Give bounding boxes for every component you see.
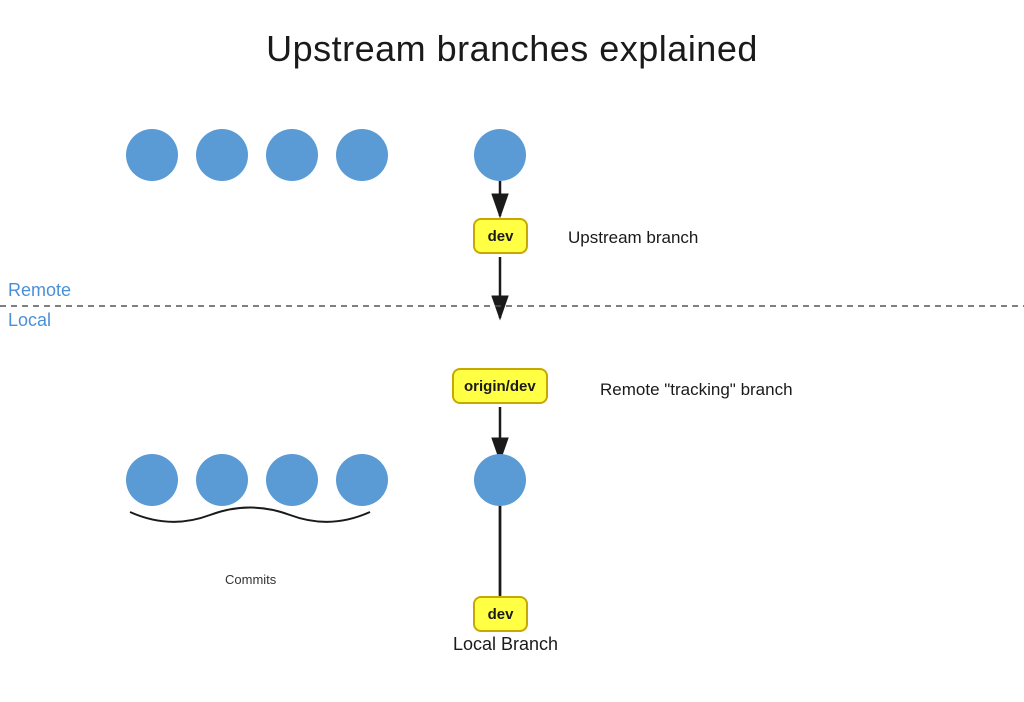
- commits-brace: [130, 508, 370, 522]
- upstream-branch-label: Upstream branch: [568, 228, 698, 248]
- local-commit-5: [474, 454, 526, 506]
- remote-commit-2: [196, 129, 248, 181]
- local-commit-2: [196, 454, 248, 506]
- tracking-branch-label: Remote "tracking" branch: [600, 380, 793, 400]
- local-label: Local: [8, 310, 51, 331]
- local-commit-1: [126, 454, 178, 506]
- badge-dev-upstream: dev: [473, 218, 528, 254]
- remote-commit-1: [126, 129, 178, 181]
- local-commit-3: [266, 454, 318, 506]
- commits-label: Commits: [225, 572, 276, 587]
- remote-commit-5: [474, 129, 526, 181]
- local-commit-4: [336, 454, 388, 506]
- remote-commit-3: [266, 129, 318, 181]
- badge-origin-dev: origin/dev: [452, 368, 548, 404]
- remote-commit-4: [336, 129, 388, 181]
- local-branch-label: Local Branch: [453, 634, 558, 655]
- page-container: Upstream branches explained: [0, 0, 1024, 702]
- badge-dev-local: dev: [473, 596, 528, 632]
- remote-label: Remote: [8, 280, 71, 301]
